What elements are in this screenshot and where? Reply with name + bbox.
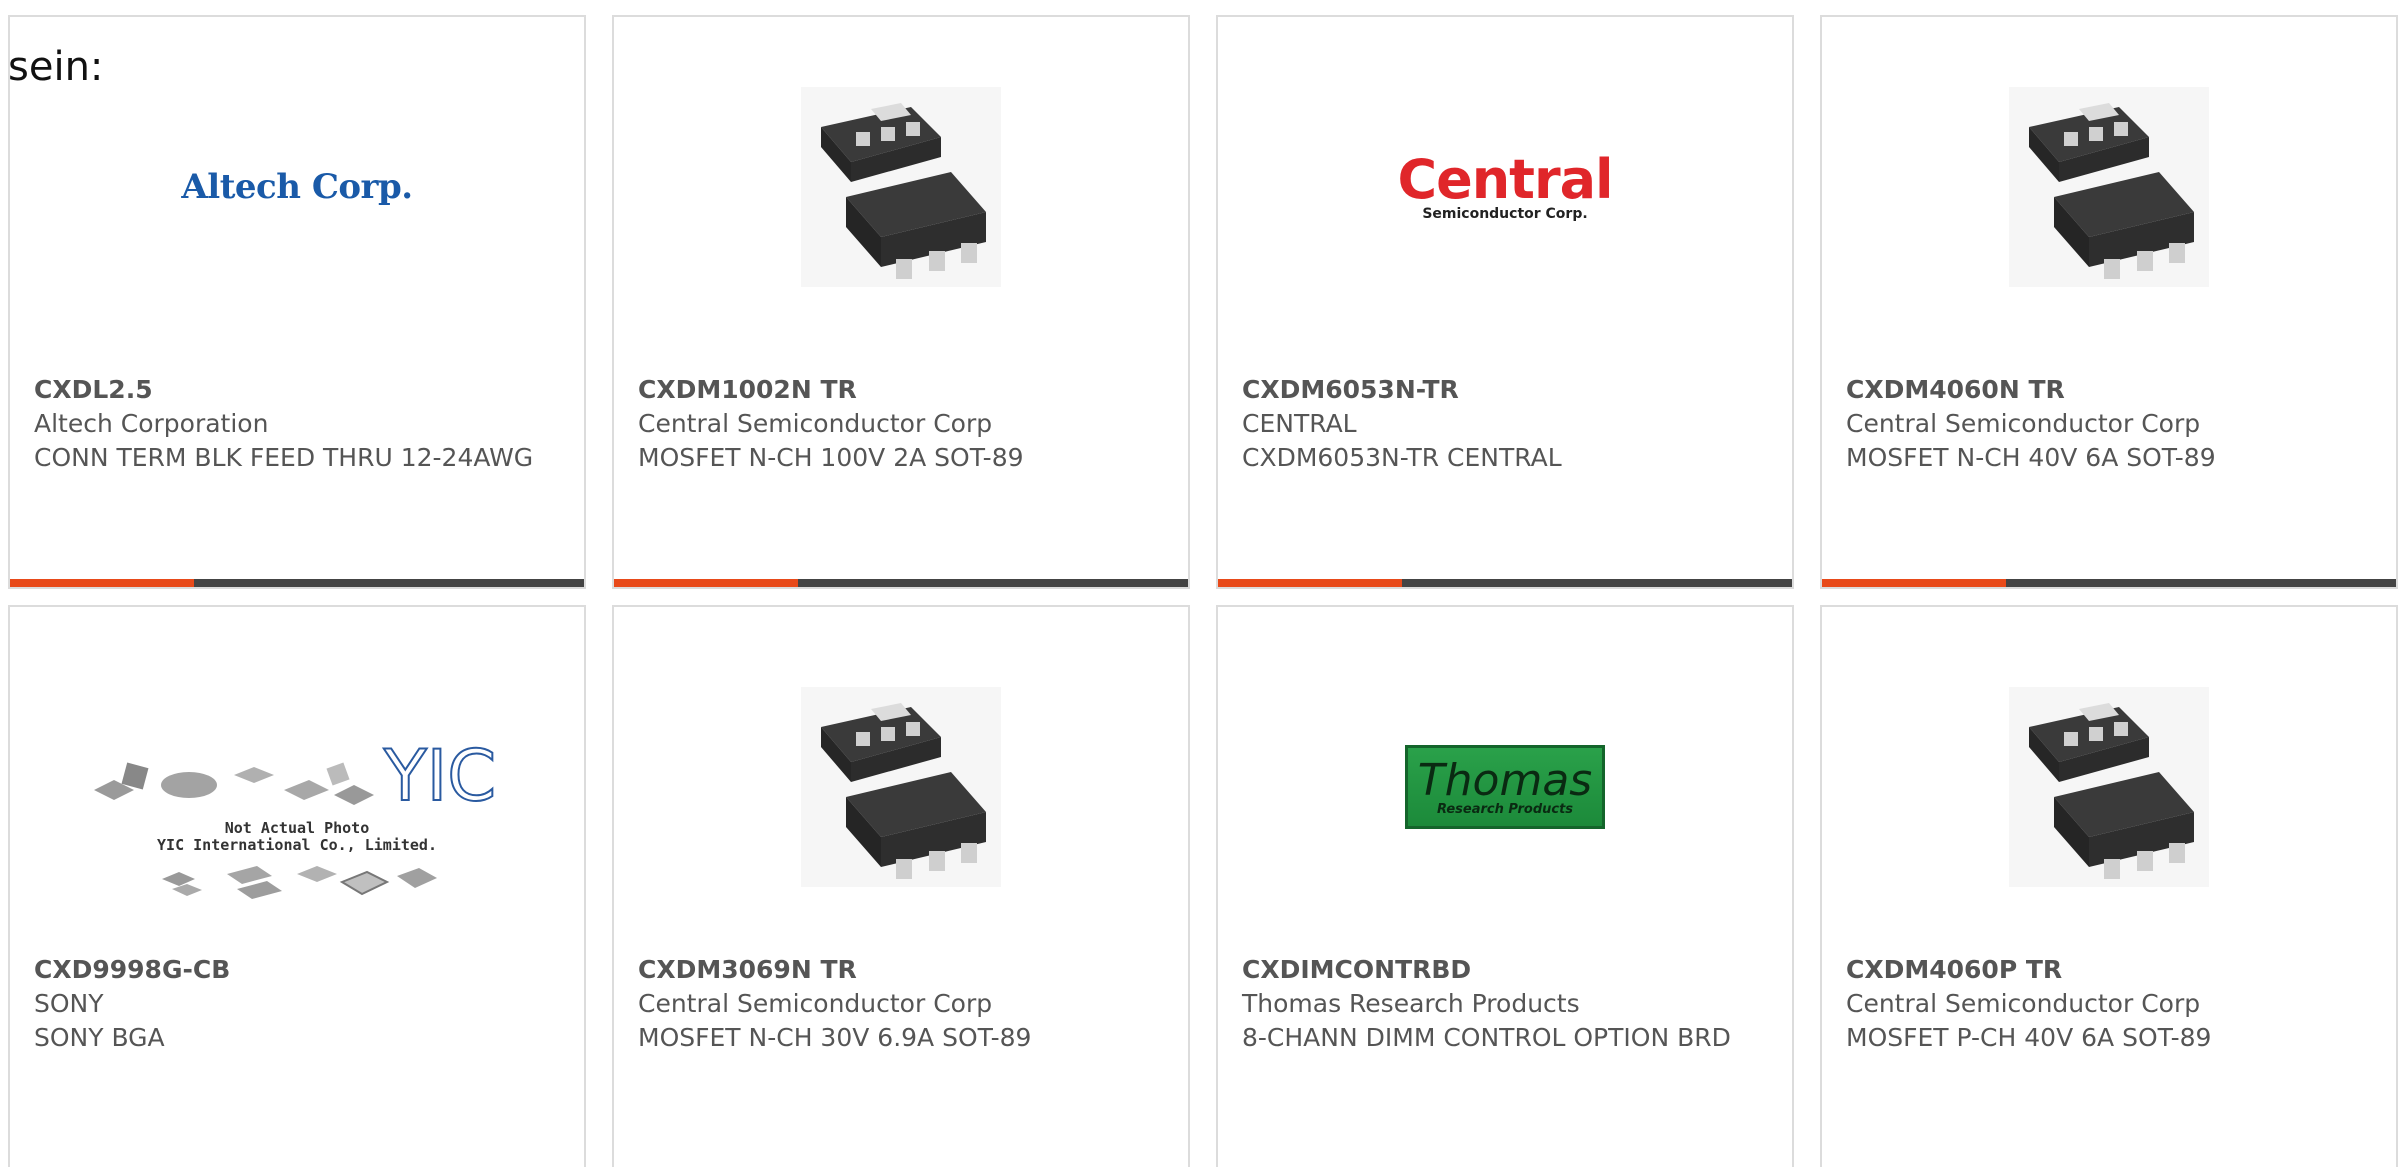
product-image[interactable]: YIC Not Actual Photo YIC International C… <box>10 697 584 947</box>
card-bottom-bar <box>1218 579 1792 587</box>
product-card[interactable]: Central Semiconductor Corp. CXDM6053N-TR… <box>1216 15 1794 589</box>
product-card[interactable]: CXDM3069N TR Central Semiconductor Corp … <box>612 605 1190 1167</box>
product-image[interactable] <box>1822 77 2396 297</box>
product-part-number[interactable]: CXDL2.5 <box>34 373 560 407</box>
product-grid-page: sein: Altech Corp. CXDL2.5 Altech Corpor… <box>0 0 2400 1167</box>
svg-text:YIC: YIC <box>382 735 495 815</box>
product-image[interactable]: Central Semiconductor Corp. <box>1218 77 1792 297</box>
product-manufacturer: Central Semiconductor Corp <box>638 409 993 438</box>
product-manufacturer: Thomas Research Products <box>1242 989 1580 1018</box>
thomas-logo: Thomas Research Products <box>1405 745 1605 829</box>
product-image[interactable] <box>614 77 1188 297</box>
product-manufacturer: CENTRAL <box>1242 409 1357 438</box>
product-description: MOSFET N-CH 30V 6.9A SOT-89 <box>638 1023 1032 1052</box>
product-description: CXDM6053N-TR CENTRAL <box>1242 443 1562 472</box>
intro-text: sein: <box>8 44 104 90</box>
product-manufacturer: SONY <box>34 989 104 1018</box>
product-description: 8-CHANN DIMM CONTROL OPTION BRD <box>1242 1023 1731 1052</box>
product-card[interactable]: YIC Not Actual Photo YIC International C… <box>8 605 586 1167</box>
product-part-number[interactable]: CXDIMCONTRBD <box>1242 953 1768 987</box>
product-image[interactable] <box>1822 677 2396 897</box>
product-part-number[interactable]: CXDM4060N TR <box>1846 373 2372 407</box>
product-manufacturer: Central Semiconductor Corp <box>1846 989 2201 1018</box>
chip-packages-icon <box>94 762 375 806</box>
product-card[interactable]: CXDM4060P TR Central Semiconductor Corp … <box>1820 605 2398 1167</box>
sot89-package-icon <box>801 87 1001 287</box>
yic-placeholder-image: YIC Not Actual Photo YIC International C… <box>94 734 499 908</box>
yic-logo: YIC <box>381 734 496 818</box>
product-description: CONN TERM BLK FEED THRU 12-24AWG <box>34 443 534 472</box>
central-logo: Central Semiconductor Corp. <box>1397 148 1613 222</box>
product-image[interactable]: Altech Corp. <box>10 77 584 297</box>
product-description: MOSFET N-CH 100V 2A SOT-89 <box>638 443 1024 472</box>
product-part-number[interactable]: CXDM1002N TR <box>638 373 1164 407</box>
card-bottom-bar <box>10 579 584 587</box>
product-part-number[interactable]: CXDM4060P TR <box>1846 953 2372 987</box>
product-card[interactable]: CXDM4060N TR Central Semiconductor Corp … <box>1820 15 2398 589</box>
chip-packages-icon <box>162 866 437 900</box>
card-bottom-bar <box>1822 579 2396 587</box>
product-card[interactable]: Thomas Research Products CXDIMCONTRBD Th… <box>1216 605 1794 1167</box>
product-manufacturer: Altech Corporation <box>34 409 269 438</box>
product-card[interactable]: Altech Corp. CXDL2.5 Altech Corporation … <box>8 15 586 589</box>
card-bottom-bar <box>614 579 1188 587</box>
product-description: MOSFET P-CH 40V 6A SOT-89 <box>1846 1023 2212 1052</box>
sot89-package-icon <box>801 687 1001 887</box>
product-image[interactable]: Thomas Research Products <box>1218 677 1792 897</box>
product-description: MOSFET N-CH 40V 6A SOT-89 <box>1846 443 2216 472</box>
product-card[interactable]: CXDM1002N TR Central Semiconductor Corp … <box>612 15 1190 589</box>
product-description: SONY BGA <box>34 1023 165 1052</box>
product-part-number[interactable]: CXDM3069N TR <box>638 953 1164 987</box>
altech-logo: Altech Corp. <box>181 167 413 207</box>
product-manufacturer: Central Semiconductor Corp <box>638 989 993 1018</box>
product-manufacturer: Central Semiconductor Corp <box>1846 409 2201 438</box>
product-part-number[interactable]: CXDM6053N-TR <box>1242 373 1768 407</box>
product-image[interactable] <box>614 677 1188 897</box>
sot89-package-icon <box>2009 87 2209 287</box>
product-part-number[interactable]: CXD9998G-CB <box>34 953 560 987</box>
sot89-package-icon <box>2009 687 2209 887</box>
